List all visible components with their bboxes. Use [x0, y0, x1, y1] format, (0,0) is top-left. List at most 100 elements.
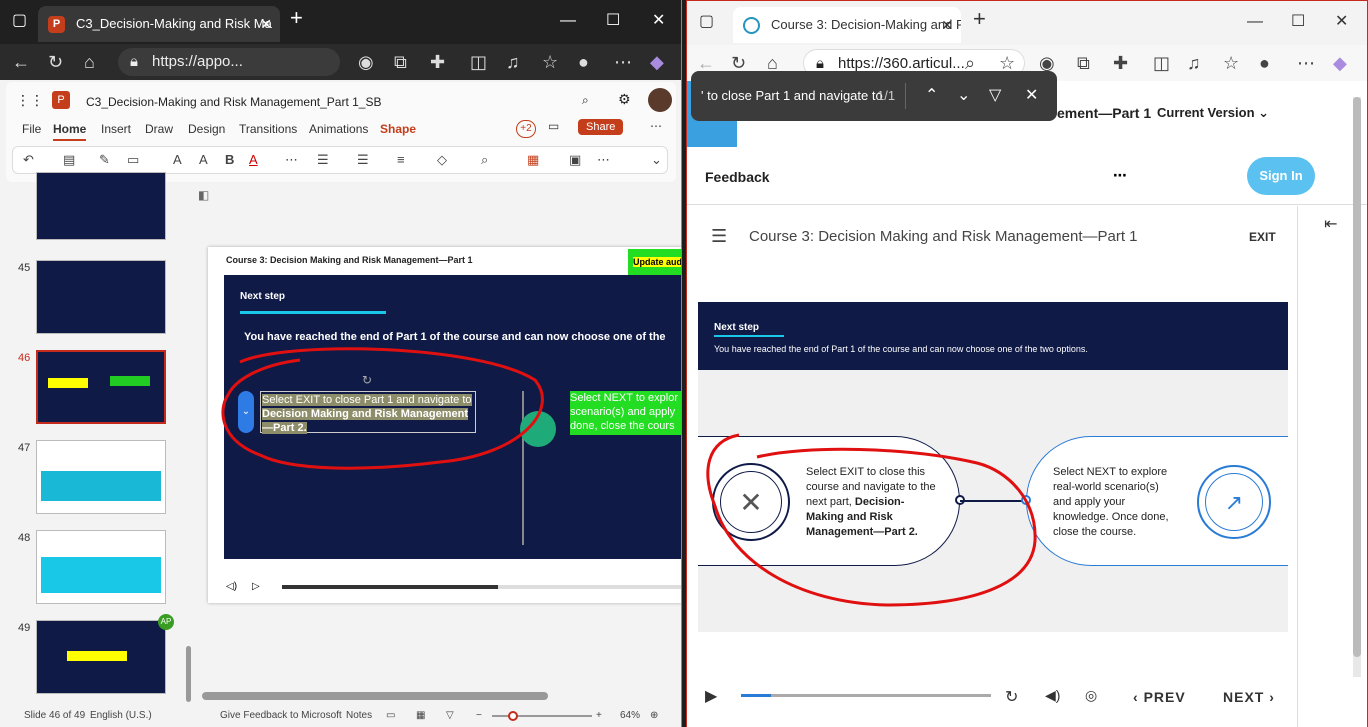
more-icon[interactable]: ⋯ [614, 52, 632, 72]
feedback-link[interactable]: Give Feedback to Microsoft [220, 710, 342, 721]
undo-icon[interactable]: ↶ [23, 152, 34, 168]
home-icon[interactable]: ⌂ [767, 53, 778, 73]
profile-icon[interactable]: ● [1259, 53, 1270, 73]
sorter-view-icon[interactable]: ▦ [416, 710, 425, 721]
profile-icon[interactable]: ● [578, 52, 589, 72]
home-icon[interactable]: ⌂ [84, 52, 95, 72]
close-tab-icon[interactable]: ✕ [941, 7, 953, 43]
format-painter-icon[interactable]: ✎ [99, 152, 110, 168]
puzzle-icon[interactable]: ✚ [430, 52, 445, 72]
maximize-icon[interactable]: ☐ [1291, 12, 1305, 32]
comment-icon[interactable]: ▭ [548, 119, 559, 133]
thumbnail-49[interactable] [36, 620, 166, 694]
app-launcher-icon[interactable]: ⋮⋮ [16, 92, 44, 109]
refresh-icon[interactable]: ↻ [731, 53, 746, 73]
next-textbox[interactable]: Select NEXT to explor scenario(s) and ap… [570, 391, 681, 435]
favorite-star-icon[interactable]: ☆ [999, 53, 1015, 73]
copilot-icon[interactable]: ◆ [1333, 53, 1347, 73]
replay-icon[interactable]: ↻ [1005, 687, 1018, 707]
sign-in-button[interactable]: Sign In [1247, 157, 1315, 195]
extension-icon[interactable]: ◉ [1039, 53, 1055, 73]
collapse-pane-icon[interactable]: ◧ [198, 188, 209, 202]
thumbnail-46[interactable] [36, 350, 166, 424]
shapes-icon[interactable]: ◇ [437, 152, 447, 168]
zoom-out-icon[interactable]: − [476, 710, 482, 721]
horizontal-scrollbar[interactable] [202, 692, 548, 700]
settings-icon[interactable]: ⚙ [618, 91, 631, 108]
expand-ribbon-icon[interactable]: ⌄ [651, 152, 662, 168]
version-dropdown[interactable]: Current Version ⌄ [1157, 105, 1269, 121]
exit-option-card[interactable]: ✕ Select EXIT to close this course and n… [698, 436, 965, 566]
menu-home[interactable]: Home [53, 122, 87, 141]
more-dots-icon[interactable]: ⋯ [1113, 167, 1127, 184]
browser-tab-course[interactable]: Course 3: Decision-Making and Ri ✕ [733, 7, 961, 43]
screenshot-icon[interactable]: ⧉ [394, 52, 407, 72]
captions-icon[interactable]: ◎ [1085, 687, 1097, 704]
play-icon[interactable]: ▶ [705, 686, 717, 706]
new-tab-icon[interactable]: + [290, 7, 303, 29]
copilot-icon[interactable]: ◆ [650, 52, 664, 72]
more-format-icon[interactable]: ⋯ [285, 152, 298, 168]
close-window-icon[interactable]: ✕ [1335, 12, 1348, 32]
tab-actions-icon[interactable]: ▢ [12, 11, 27, 31]
menu-file[interactable]: File [22, 122, 41, 136]
menu-design[interactable]: Design [188, 122, 225, 136]
menu-animations[interactable]: Animations [309, 122, 368, 136]
find-prev-icon[interactable]: ⌃ [925, 85, 938, 105]
search-icon[interactable]: ⌕ [582, 93, 589, 108]
back-icon[interactable]: ← [697, 53, 715, 73]
feedback-link[interactable]: Feedback [705, 169, 770, 185]
zoom-in-icon[interactable]: + [596, 710, 602, 721]
extension-icon[interactable]: ◉ [358, 52, 374, 72]
next-button[interactable]: NEXT › [1223, 689, 1275, 705]
puzzle-icon[interactable]: ✚ [1113, 53, 1128, 73]
minimize-icon[interactable]: — [560, 11, 576, 31]
selected-textbox[interactable]: Select EXIT to close Part 1 and navigate… [260, 391, 476, 434]
new-slide-icon[interactable]: ▭ [127, 152, 139, 168]
share-button[interactable]: Share [578, 119, 624, 135]
fit-slide-icon[interactable]: ⊕ [650, 710, 658, 721]
volume-icon[interactable]: ◁) [226, 581, 237, 592]
close-window-icon[interactable]: ✕ [652, 11, 665, 31]
paste-icon[interactable]: ▤ [63, 152, 75, 168]
font-shrink-icon[interactable]: A [199, 152, 208, 167]
overflow-icon[interactable]: ⋯ [597, 152, 610, 168]
numbering-icon[interactable]: ☰ [357, 152, 369, 168]
menu-insert[interactable]: Insert [101, 122, 131, 136]
volume-icon[interactable]: ◀) [1045, 687, 1060, 704]
font-color-icon[interactable]: A [249, 152, 258, 167]
back-icon[interactable]: ← [12, 52, 30, 72]
next-option-card[interactable]: Select NEXT to explore real-world scenar… [1021, 436, 1288, 566]
screenshot-icon[interactable]: ⧉ [1077, 53, 1090, 73]
minimize-icon[interactable]: — [1247, 12, 1263, 32]
url-field[interactable]: 🔒︎ https://appo... [118, 48, 340, 76]
page-scrollbar[interactable] [1353, 97, 1361, 677]
bold-icon[interactable]: B [225, 152, 234, 167]
play-icon[interactable]: ▷ [252, 581, 260, 592]
filter-icon[interactable]: ▽ [989, 85, 1001, 105]
favorites-icon[interactable]: ☆ [542, 52, 558, 72]
notes-button[interactable]: Notes [346, 710, 372, 721]
new-tab-icon[interactable]: + [973, 8, 986, 30]
menu-shape[interactable]: Shape [380, 122, 416, 136]
menu-draw[interactable]: Draw [145, 122, 173, 136]
grammarly-icon[interactable] [520, 411, 556, 447]
zoom-level[interactable]: 64% [620, 710, 640, 721]
avatar[interactable] [648, 88, 672, 112]
browser-tab-ppt[interactable]: P C3_Decision-Making and Risk Ma ✕ [38, 6, 280, 42]
find-icon[interactable]: ⌕ [481, 152, 488, 168]
font-grow-icon[interactable]: A [173, 152, 182, 167]
designer-icon[interactable]: ▦ [527, 152, 539, 168]
language-status[interactable]: English (U.S.) [90, 710, 152, 721]
split-view-icon[interactable]: ◫ [470, 52, 487, 72]
split-view-icon[interactable]: ◫ [1153, 53, 1170, 73]
file-title[interactable]: C3_Decision-Making and Risk Management_P… [86, 95, 381, 109]
collapse-sidebar-icon[interactable]: ⇤ [1324, 214, 1337, 234]
menu-transitions[interactable]: Transitions [239, 122, 297, 136]
find-next-icon[interactable]: ⌄ [957, 85, 970, 105]
align-icon[interactable]: ≡ [397, 152, 405, 167]
find-in-page-icon[interactable]: ⌕ [965, 53, 975, 73]
reading-view-icon[interactable]: ▽ [446, 710, 454, 721]
maximize-icon[interactable]: ☐ [606, 11, 620, 31]
rotate-handle-icon[interactable]: ↻ [362, 373, 372, 387]
